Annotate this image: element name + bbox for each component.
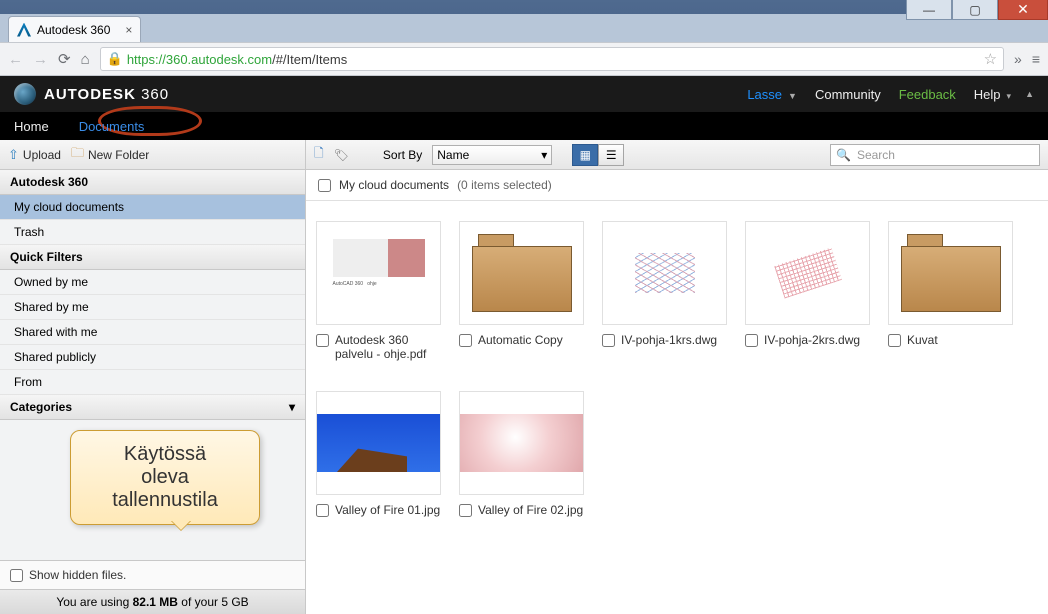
thumbnail[interactable] (888, 221, 1013, 325)
collapse-icon[interactable]: ▲ (1025, 89, 1034, 99)
app-tabs: Home Documents (0, 112, 1048, 140)
item-label: Kuvat (907, 333, 938, 347)
sidebar-filter-shared-with[interactable]: Shared with me (0, 320, 305, 345)
file-card[interactable]: Automatic Copy (459, 221, 584, 361)
tab-home[interactable]: Home (14, 119, 49, 134)
show-hidden-toggle[interactable]: Show hidden files. (0, 560, 305, 589)
tab-documents[interactable]: Documents (79, 119, 145, 134)
thumbnail[interactable] (459, 221, 584, 325)
sidebar-item-my-cloud[interactable]: My cloud documents (0, 195, 305, 220)
item-checkbox[interactable] (888, 334, 901, 347)
forward-icon[interactable]: → (33, 51, 48, 68)
extensions-icon[interactable]: » (1014, 51, 1022, 67)
sidebar: Autodesk 360 My cloud documents Trash Qu… (0, 170, 306, 614)
lock-icon: 🔒 (107, 51, 123, 67)
sidebar-filter-from[interactable]: From (0, 370, 305, 395)
item-label: Valley of Fire 01.jpg (335, 503, 440, 517)
browser-toolbar: ← → ⟳ ⌂ 🔒 https://360.autodesk.com/#/Ite… (0, 42, 1048, 76)
autodesk-icon (17, 23, 31, 37)
sidebar-filter-public[interactable]: Shared publicly (0, 345, 305, 370)
item-label: Automatic Copy (478, 333, 563, 347)
item-checkbox[interactable] (745, 334, 758, 347)
content-header: My cloud documents (0 items selected) (306, 170, 1048, 201)
upload-icon: ⇧ (8, 147, 19, 163)
new-doc-icon[interactable]: 🗋 (314, 144, 324, 165)
item-checkbox[interactable] (459, 504, 472, 517)
window-minimize-button[interactable]: — (906, 0, 952, 20)
community-link[interactable]: Community (815, 87, 881, 102)
window-close-button[interactable]: ✕ (998, 0, 1048, 20)
close-icon[interactable]: × (125, 23, 132, 37)
item-label: IV-pohja-2krs.dwg (764, 333, 860, 347)
help-menu[interactable]: Help▾ (974, 87, 1011, 102)
url-host: 360.autodesk.com (166, 52, 272, 67)
storage-quota: You are using 82.1 MB of your 5 GB (0, 589, 305, 614)
chevron-down-icon: ▾ (1007, 91, 1012, 101)
select-all-checkbox[interactable] (318, 179, 331, 192)
file-card[interactable]: Valley of Fire 01.jpg (316, 391, 441, 517)
reload-icon[interactable]: ⟳ (58, 50, 71, 68)
annotation-callout: Käytössä oleva tallennustila (70, 430, 260, 525)
main-content: My cloud documents (0 items selected) Au… (306, 170, 1048, 614)
item-checkbox[interactable] (316, 504, 329, 517)
item-checkbox[interactable] (459, 334, 472, 347)
url-path: /#/Item/Items (272, 52, 347, 67)
browser-tab[interactable]: Autodesk 360 × (8, 16, 141, 42)
thumbnail[interactable] (316, 391, 441, 495)
file-card[interactable]: IV-pohja-2krs.dwg (745, 221, 870, 361)
breadcrumb: My cloud documents (339, 178, 449, 192)
thumbnail[interactable]: AutoCAD 360 ohje (316, 221, 441, 325)
selection-count: (0 items selected) (457, 178, 552, 192)
toolbar: ⇧Upload 🗀New Folder 🗋 🏷 Sort By Name▾ ▦ … (0, 140, 1048, 170)
thumbnail[interactable] (602, 221, 727, 325)
sidebar-item-trash[interactable]: Trash (0, 220, 305, 245)
sidebar-filter-owned[interactable]: Owned by me (0, 270, 305, 295)
brand-label: AUTODESK 360 (44, 86, 169, 103)
item-label: Valley of Fire 02.jpg (478, 503, 583, 517)
file-card[interactable]: AutoCAD 360 ohje Autodesk 360 palvelu - o… (316, 221, 441, 361)
bookmark-icon[interactable]: ☆ (984, 50, 997, 68)
search-icon: 🔍 (836, 148, 851, 162)
item-label: Autodesk 360 palvelu - ohje.pdf (335, 333, 441, 361)
window-maximize-button[interactable]: ▢ (952, 0, 998, 20)
chrome-menu-icon[interactable]: ≡ (1032, 51, 1040, 67)
thumbnail[interactable] (745, 221, 870, 325)
autodesk-logo-icon (14, 83, 36, 105)
file-card[interactable]: Kuvat (888, 221, 1013, 361)
sort-label: Sort By (383, 148, 422, 162)
tag-icon[interactable]: 🏷 (334, 148, 349, 162)
file-card[interactable]: IV-pohja-1krs.dwg (602, 221, 727, 361)
upload-button[interactable]: ⇧Upload (8, 147, 61, 163)
sidebar-root[interactable]: Autodesk 360 (0, 170, 305, 195)
feedback-link[interactable]: Feedback (899, 87, 956, 102)
chevron-down-icon: ▾ (289, 400, 295, 414)
back-icon[interactable]: ← (8, 51, 23, 68)
tab-title: Autodesk 360 (37, 23, 110, 37)
search-input[interactable]: 🔍 Search (830, 144, 1040, 166)
thumbnail[interactable] (459, 391, 584, 495)
chevron-down-icon: ▾ (541, 148, 547, 162)
home-icon[interactable]: ⌂ (81, 51, 90, 68)
address-bar[interactable]: 🔒 https://360.autodesk.com/#/Item/Items … (100, 47, 1004, 71)
chevron-down-icon: ▼ (788, 91, 797, 101)
file-card[interactable]: Valley of Fire 02.jpg (459, 391, 584, 517)
user-menu[interactable]: Lasse▼ (747, 87, 797, 102)
sidebar-filter-shared-by[interactable]: Shared by me (0, 295, 305, 320)
folder-plus-icon: 🗀 (71, 144, 84, 166)
url-scheme: https:// (127, 52, 166, 67)
show-hidden-checkbox[interactable] (10, 569, 23, 582)
sort-select[interactable]: Name▾ (432, 145, 552, 165)
item-checkbox[interactable] (316, 334, 329, 347)
browser-tabstrip: Autodesk 360 × (0, 14, 1048, 42)
item-label: IV-pohja-1krs.dwg (621, 333, 717, 347)
view-list-button[interactable]: ☰ (598, 144, 624, 166)
view-grid-button[interactable]: ▦ (572, 144, 598, 166)
sidebar-categories-header[interactable]: Categories▾ (0, 395, 305, 420)
new-folder-button[interactable]: 🗀New Folder (71, 144, 149, 166)
sidebar-quick-filters-header[interactable]: Quick Filters (0, 245, 305, 270)
item-checkbox[interactable] (602, 334, 615, 347)
